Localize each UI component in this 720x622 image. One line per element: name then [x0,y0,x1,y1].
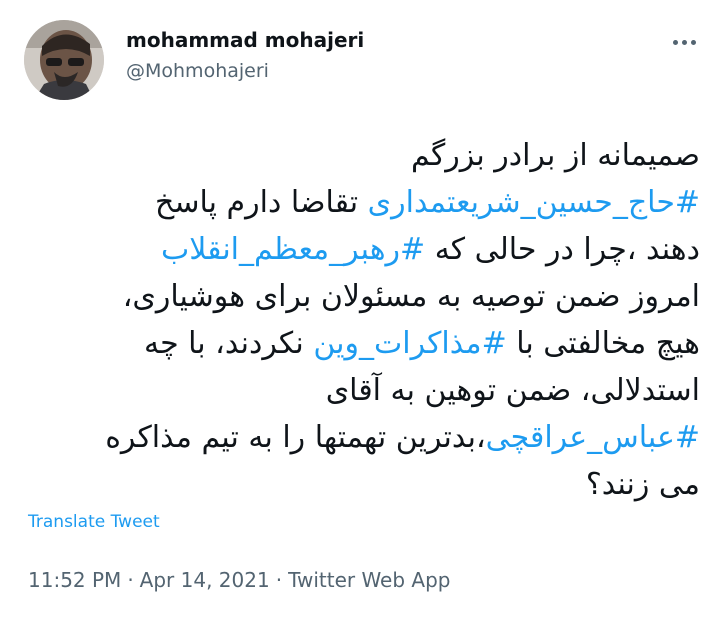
tweet-text-segment: استدلالی، ضمن توهین به آقای [325,373,700,408]
tweet-text-segment: نکردند، با چه [143,326,314,361]
author-display-name[interactable]: mohammad mohajeri [126,28,364,52]
tweet-line: #حاج_حسین_شریعتمداری تقاضا دارم پاسخ [20,179,700,226]
more-dot [690,39,696,45]
author-handle[interactable]: @Mohmohajeri [126,60,269,82]
tweet-source[interactable]: Twitter Web App [288,568,450,592]
translate-tweet-link[interactable]: Translate Tweet [28,512,160,532]
tweet-line: دهند ،چرا در حالی که #رهبر_معظم_انقلاب [20,226,700,273]
hashtag-link[interactable]: #مذاکرات_وین [313,326,506,361]
meta-separator: · [127,568,134,592]
tweet-line: امروز ضمن توصیه به مسئولان برای هوشیاری، [20,273,700,320]
tweet-text-segment: ،بدترین تهمتها را به تیم مذاکره [105,420,486,455]
tweet-line: هیچ مخالفتی با #مذاکرات_وین نکردند، با چ… [20,320,700,367]
more-horizontal-icon[interactable] [670,34,698,50]
tweet-line: #عباس_عراقچی،بدترین تهمتها را به تیم مذا… [20,414,700,461]
avatar[interactable] [24,20,104,100]
tweet-text-segment: می زنند؟ [585,467,700,502]
tweet-line: می زنند؟ [20,461,700,508]
tweet-text: صمیمانه از برادر بزرگم #حاج_حسین_شریعتمدا… [20,132,700,508]
tweet-date[interactable]: Apr 14, 2021 [140,568,270,592]
avatar-image [24,20,104,100]
tweet-text-segment: دهند ،چرا در حالی که [425,232,700,267]
meta-separator: · [275,568,283,592]
tweet-text-segment: تقاضا دارم پاسخ [155,185,368,220]
more-dot [672,39,678,45]
hashtag-link[interactable]: #حاج_حسین_شریعتمداری [368,185,700,220]
tweet-time[interactable]: 11:52 PM [28,568,121,592]
tweet-line: استدلالی، ضمن توهین به آقای [20,367,700,414]
tweet-line: صمیمانه از برادر بزرگم [20,132,700,179]
tweet-text-segment: صمیمانه از برادر بزرگم [411,138,700,173]
more-dot [681,39,687,45]
tweet-text-segment: امروز ضمن توصیه به مسئولان برای هوشیاری، [122,279,700,314]
tweet-text-segment: هیچ مخالفتی با [506,326,700,361]
hashtag-link[interactable]: #رهبر_معظم_انقلاب [161,232,425,267]
tweet-metadata: 11:52 PM · Apr 14, 2021 · Twitter Web App [28,568,450,592]
hashtag-link[interactable]: #عباس_عراقچی [486,420,700,455]
